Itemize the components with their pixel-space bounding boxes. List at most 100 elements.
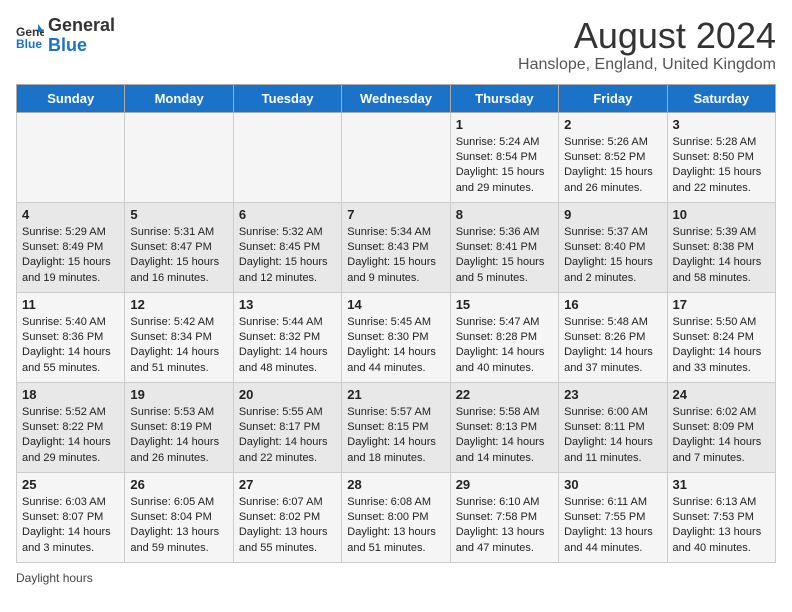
day-info: Sunrise: 5:37 AMSunset: 8:40 PMDaylight:… [564, 225, 661, 287]
day-number: 28 [347, 477, 444, 492]
day-cell: 8 Sunrise: 5:36 AMSunset: 8:41 PMDaylight… [450, 202, 558, 292]
day-number: 9 [564, 207, 661, 222]
day-number: 1 [456, 117, 553, 132]
day-info: Sunrise: 5:39 AMSunset: 8:38 PMDaylight:… [673, 225, 770, 287]
day-number: 19 [130, 387, 227, 402]
day-cell [342, 112, 450, 202]
day-number: 2 [564, 117, 661, 132]
day-info: Sunrise: 6:03 AMSunset: 8:07 PMDaylight:… [22, 495, 119, 557]
calendar-table: SundayMondayTuesdayWednesdayThursdayFrid… [16, 84, 776, 563]
day-info: Sunrise: 5:28 AMSunset: 8:50 PMDaylight:… [673, 135, 770, 197]
day-cell: 16Sunrise: 5:48 AMSunset: 8:26 PMDayligh… [559, 292, 667, 382]
day-info: Sunrise: 5:40 AMSunset: 8:36 PMDaylight:… [22, 315, 119, 377]
day-number: 6 [239, 207, 336, 222]
day-cell: 3 Sunrise: 5:28 AMSunset: 8:50 PMDaylight… [667, 112, 775, 202]
day-number: 3 [673, 117, 770, 132]
day-info: Sunrise: 5:52 AMSunset: 8:22 PMDaylight:… [22, 405, 119, 467]
logo: General Blue General Blue [16, 16, 115, 56]
week-row-2: 4 Sunrise: 5:29 AMSunset: 8:49 PMDaylight… [17, 202, 776, 292]
day-number: 4 [22, 207, 119, 222]
day-cell: 30 Sunrise: 6:11 AMSunset: 7:55 PMDayligh… [559, 472, 667, 562]
calendar-body: 1Sunrise: 5:24 AMSunset: 8:54 PMDaylight… [17, 112, 776, 562]
day-cell: 14 Sunrise: 5:45 AMSunset: 8:30 PMDayligh… [342, 292, 450, 382]
day-cell: 22 Sunrise: 5:58 AMSunset: 8:13 PMDayligh… [450, 382, 558, 472]
day-info: Sunrise: 5:47 AMSunset: 8:28 PMDaylight:… [456, 315, 553, 377]
day-header-thursday: Thursday [450, 84, 558, 112]
day-cell: 9 Sunrise: 5:37 AMSunset: 8:40 PMDaylight… [559, 202, 667, 292]
day-number: 14 [347, 297, 444, 312]
day-number: 30 [564, 477, 661, 492]
day-cell: 28Sunrise: 6:08 AMSunset: 8:00 PMDayligh… [342, 472, 450, 562]
week-row-3: 11Sunrise: 5:40 AMSunset: 8:36 PMDayligh… [17, 292, 776, 382]
day-number: 27 [239, 477, 336, 492]
week-row-1: 1Sunrise: 5:24 AMSunset: 8:54 PMDaylight… [17, 112, 776, 202]
day-header-tuesday: Tuesday [233, 84, 341, 112]
day-info: Sunrise: 5:44 AMSunset: 8:32 PMDaylight:… [239, 315, 336, 377]
day-header-wednesday: Wednesday [342, 84, 450, 112]
day-info: Sunrise: 5:36 AMSunset: 8:41 PMDaylight:… [456, 225, 553, 287]
day-number: 8 [456, 207, 553, 222]
day-number: 24 [673, 387, 770, 402]
day-number: 22 [456, 387, 553, 402]
day-cell: 6 Sunrise: 5:32 AMSunset: 8:45 PMDaylight… [233, 202, 341, 292]
day-number: 17 [673, 297, 770, 312]
day-cell: 10Sunrise: 5:39 AMSunset: 8:38 PMDayligh… [667, 202, 775, 292]
day-cell: 27Sunrise: 6:07 AMSunset: 8:02 PMDayligh… [233, 472, 341, 562]
day-info: Sunrise: 5:45 AMSunset: 8:30 PMDaylight:… [347, 315, 444, 377]
day-number: 15 [456, 297, 553, 312]
day-info: Sunrise: 5:26 AMSunset: 8:52 PMDaylight:… [564, 135, 661, 197]
svg-text:Blue: Blue [16, 37, 42, 50]
day-cell: 17 Sunrise: 5:50 AMSunset: 8:24 PMDayligh… [667, 292, 775, 382]
day-cell: 31Sunrise: 6:13 AMSunset: 7:53 PMDayligh… [667, 472, 775, 562]
week-row-5: 25 Sunrise: 6:03 AMSunset: 8:07 PMDayligh… [17, 472, 776, 562]
day-header-saturday: Saturday [667, 84, 775, 112]
footer-note: Daylight hours [16, 571, 776, 585]
day-info: Sunrise: 5:29 AMSunset: 8:49 PMDaylight:… [22, 225, 119, 287]
day-number: 5 [130, 207, 227, 222]
day-header-monday: Monday [125, 84, 233, 112]
day-number: 12 [130, 297, 227, 312]
day-cell: 21 Sunrise: 5:57 AMSunset: 8:15 PMDayligh… [342, 382, 450, 472]
logo-icon: General Blue [16, 22, 44, 50]
day-header-friday: Friday [559, 84, 667, 112]
day-cell: 20Sunrise: 5:55 AMSunset: 8:17 PMDayligh… [233, 382, 341, 472]
day-info: Sunrise: 5:31 AMSunset: 8:47 PMDaylight:… [130, 225, 227, 287]
day-info: Sunrise: 6:00 AMSunset: 8:11 PMDaylight:… [564, 405, 661, 467]
day-cell [233, 112, 341, 202]
day-number: 29 [456, 477, 553, 492]
day-info: Sunrise: 5:53 AMSunset: 8:19 PMDaylight:… [130, 405, 227, 467]
day-cell: 15 Sunrise: 5:47 AMSunset: 8:28 PMDayligh… [450, 292, 558, 382]
day-cell: 23Sunrise: 6:00 AMSunset: 8:11 PMDayligh… [559, 382, 667, 472]
day-cell: 1Sunrise: 5:24 AMSunset: 8:54 PMDaylight… [450, 112, 558, 202]
day-info: Sunrise: 6:05 AMSunset: 8:04 PMDaylight:… [130, 495, 227, 557]
day-number: 13 [239, 297, 336, 312]
day-cell: 13 Sunrise: 5:44 AMSunset: 8:32 PMDayligh… [233, 292, 341, 382]
day-info: Sunrise: 6:11 AMSunset: 7:55 PMDaylight:… [564, 495, 661, 557]
day-info: Sunrise: 5:50 AMSunset: 8:24 PMDaylight:… [673, 315, 770, 377]
day-cell: 2 Sunrise: 5:26 AMSunset: 8:52 PMDaylight… [559, 112, 667, 202]
logo-general: General [48, 16, 115, 36]
day-info: Sunrise: 5:58 AMSunset: 8:13 PMDaylight:… [456, 405, 553, 467]
main-title: August 2024 [518, 16, 776, 56]
header-row: SundayMondayTuesdayWednesdayThursdayFrid… [17, 84, 776, 112]
logo-blue: Blue [48, 36, 115, 56]
header: General Blue General Blue August 2024 Ha… [16, 16, 776, 74]
day-number: 31 [673, 477, 770, 492]
day-info: Sunrise: 5:34 AMSunset: 8:43 PMDaylight:… [347, 225, 444, 287]
day-cell: 25 Sunrise: 6:03 AMSunset: 8:07 PMDayligh… [17, 472, 125, 562]
day-info: Sunrise: 5:48 AMSunset: 8:26 PMDaylight:… [564, 315, 661, 377]
day-cell: 4 Sunrise: 5:29 AMSunset: 8:49 PMDaylight… [17, 202, 125, 292]
day-info: Sunrise: 6:02 AMSunset: 8:09 PMDaylight:… [673, 405, 770, 467]
day-number: 20 [239, 387, 336, 402]
day-cell: 5 Sunrise: 5:31 AMSunset: 8:47 PMDaylight… [125, 202, 233, 292]
day-cell: 11Sunrise: 5:40 AMSunset: 8:36 PMDayligh… [17, 292, 125, 382]
day-cell: 18 Sunrise: 5:52 AMSunset: 8:22 PMDayligh… [17, 382, 125, 472]
week-row-4: 18 Sunrise: 5:52 AMSunset: 8:22 PMDayligh… [17, 382, 776, 472]
day-number: 21 [347, 387, 444, 402]
day-info: Sunrise: 5:57 AMSunset: 8:15 PMDaylight:… [347, 405, 444, 467]
day-number: 25 [22, 477, 119, 492]
subtitle: Hanslope, England, United Kingdom [518, 56, 776, 74]
day-info: Sunrise: 5:42 AMSunset: 8:34 PMDaylight:… [130, 315, 227, 377]
day-number: 18 [22, 387, 119, 402]
day-info: Sunrise: 5:32 AMSunset: 8:45 PMDaylight:… [239, 225, 336, 287]
